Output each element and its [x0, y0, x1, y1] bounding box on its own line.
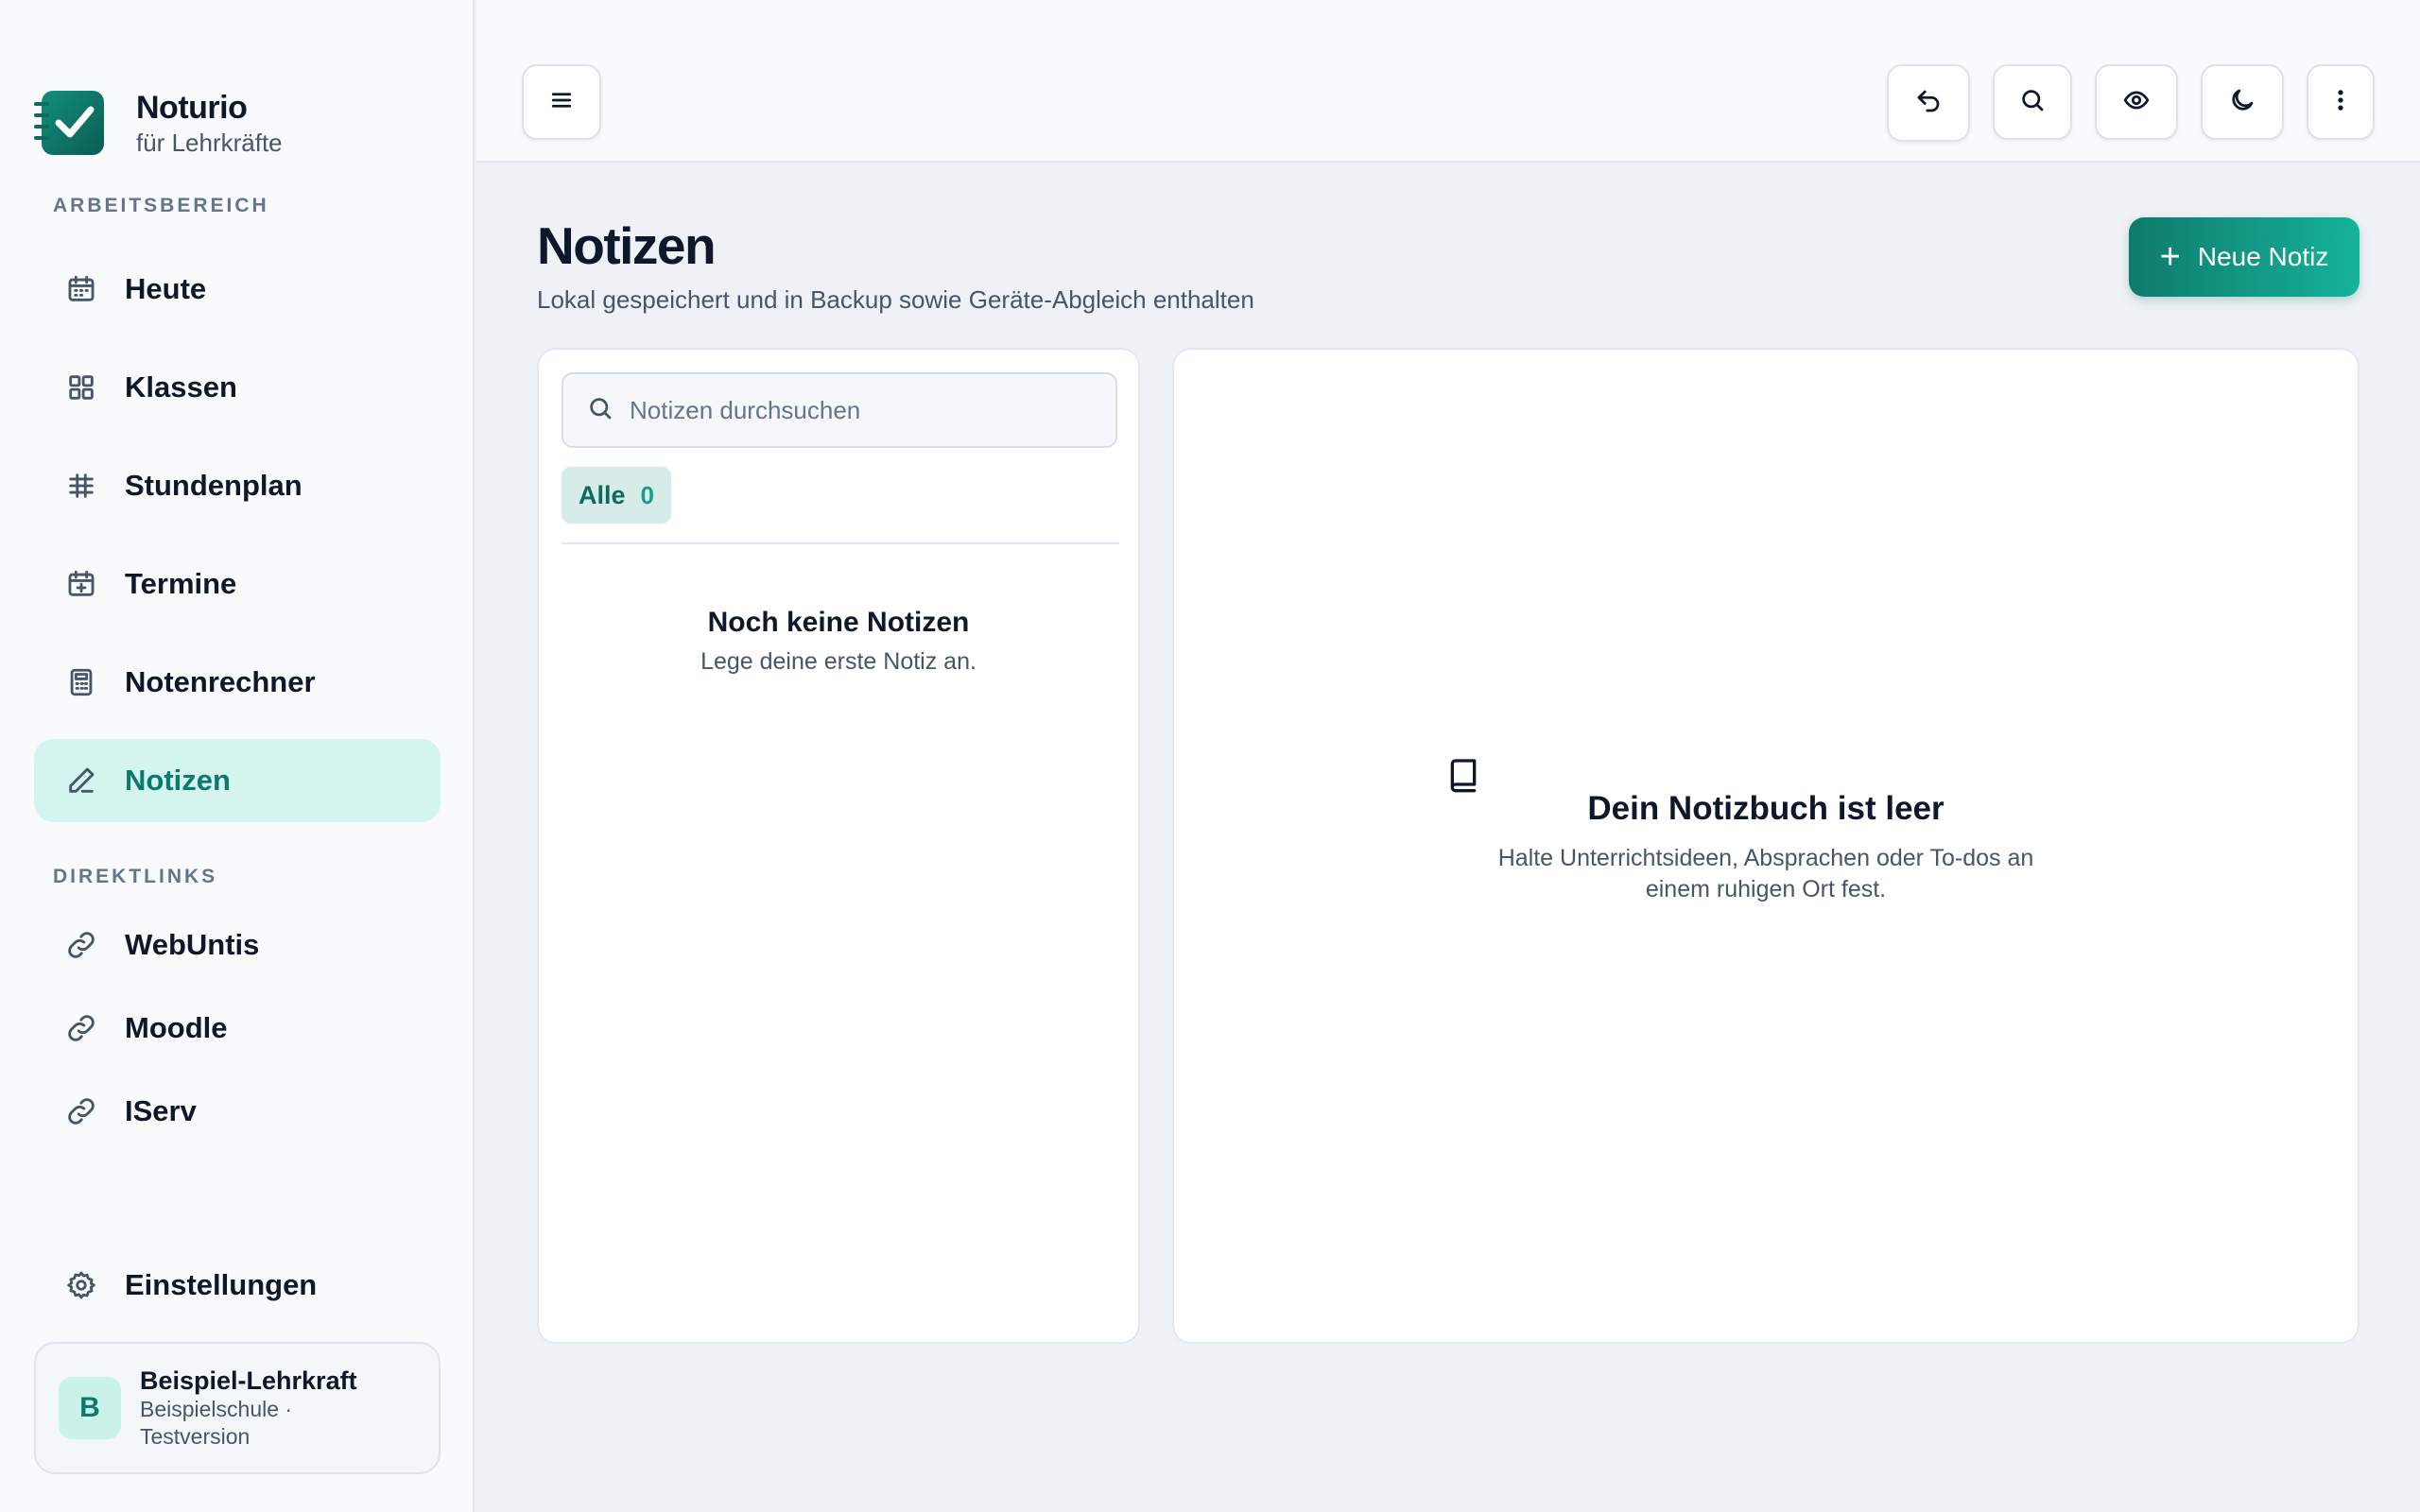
sidebar-item-notenrechner[interactable]: Notenrechner: [34, 641, 441, 724]
theme-toggle-button[interactable]: [2201, 64, 2284, 140]
empty-list-title: Noch keine Notizen: [707, 607, 970, 638]
link-icon: [64, 1011, 98, 1045]
brand-name: Noturio: [136, 90, 248, 126]
more-vertical-icon: [2326, 86, 2355, 119]
divider: [562, 542, 1119, 544]
sidebar-item-label: Stundenplan: [125, 469, 302, 502]
empty-notebook-title: Dein Notizbuch ist leer: [1587, 790, 1945, 827]
sidebar-item-webuntis[interactable]: WebUntis: [34, 903, 441, 987]
sidebar-item-moodle[interactable]: Moodle: [34, 987, 441, 1070]
more-button[interactable]: [2307, 64, 2375, 140]
search-input[interactable]: [630, 395, 1102, 425]
noturio-logo-icon: [34, 87, 108, 159]
settings-label: Einstellungen: [125, 1268, 318, 1301]
brand[interactable]: Noturio für Lehrkräfte: [34, 87, 283, 159]
empty-list-subtitle: Lege deine erste Notiz an.: [700, 648, 977, 675]
avatar: B: [59, 1377, 121, 1439]
gear-icon: [64, 1268, 98, 1302]
table-icon: [64, 469, 98, 503]
search-button[interactable]: [1993, 64, 2072, 140]
sidebar-item-label: WebUntis: [125, 928, 260, 961]
app-root: Noturio für Lehrkräfte ARBEITSBEREICH He…: [0, 0, 2420, 1512]
sidebar-item-label: Notenrechner: [125, 665, 316, 698]
new-note-button[interactable]: + Neue Notiz: [2129, 217, 2360, 297]
search-icon: [563, 394, 614, 427]
notes-search[interactable]: [562, 372, 1117, 448]
page-subtitle: Lokal gespeichert und in Backup sowie Ge…: [537, 285, 1254, 314]
calendar-icon: [64, 272, 98, 306]
search-icon: [2018, 86, 2047, 119]
preview-button[interactable]: [2095, 64, 2178, 140]
sidebar-item-label: Moodle: [125, 1011, 228, 1044]
page-title: Notizen: [537, 216, 717, 275]
topbar: [476, 0, 2420, 163]
filter-chip-label: Alle: [579, 480, 626, 509]
undo-icon: [1914, 87, 1943, 120]
profile-name: Beispiel-Lehrkraft: [140, 1366, 357, 1395]
sidebar-item-termine[interactable]: Termine: [34, 542, 441, 626]
pencil-icon: [64, 764, 98, 798]
moon-icon: [2228, 86, 2256, 119]
sidebar-item-klassen[interactable]: Klassen: [34, 346, 441, 429]
calculator-icon: [64, 665, 98, 699]
filter-chip-count: 0: [640, 480, 654, 509]
sidebar-item-label: IServ: [125, 1094, 197, 1127]
sidebar-item-label: Notizen: [125, 764, 231, 797]
notes-list-panel: Alle 0 Noch keine Notizen Lege deine ers…: [537, 348, 1140, 1344]
sidebar-item-iserv[interactable]: IServ: [34, 1070, 441, 1153]
sidebar-item-heute[interactable]: Heute: [34, 248, 441, 331]
sidebar-item-notizen[interactable]: Notizen: [34, 739, 441, 822]
sidebar-item-label: Klassen: [125, 370, 237, 404]
empty-notebook-subtitle: Halte Unterrichtsideen, Absprachen oder …: [1497, 845, 2034, 902]
grid-icon: [64, 370, 98, 404]
eye-icon: [2122, 86, 2151, 119]
note-detail-panel: Dein Notizbuch ist leer Halte Unterricht…: [1172, 348, 2360, 1344]
sidebar-item-label: Heute: [125, 272, 207, 305]
link-icon: [64, 1094, 98, 1128]
brand-subtitle: für Lehrkräfte: [136, 129, 283, 157]
plus-icon: +: [2159, 237, 2181, 277]
profile-card[interactable]: B Beispiel-Lehrkraft Beispielschule · Te…: [34, 1342, 441, 1474]
calendar-plus-icon: [64, 567, 98, 601]
profile-plan: Testversion: [140, 1424, 251, 1449]
menu-button[interactable]: [522, 64, 601, 140]
sidebar-item-stundenplan[interactable]: Stundenplan: [34, 444, 441, 527]
menu-icon: [547, 86, 576, 119]
new-note-label: Neue Notiz: [2197, 242, 2329, 271]
sidebar: Noturio für Lehrkräfte ARBEITSBEREICH He…: [0, 0, 475, 1512]
section-label-workspace: ARBEITSBEREICH: [53, 195, 269, 216]
book-icon: [1444, 756, 1482, 794]
filter-chip-all[interactable]: Alle 0: [562, 467, 671, 524]
sidebar-item-settings[interactable]: Einstellungen: [34, 1244, 441, 1327]
link-icon: [64, 928, 98, 962]
sidebar-item-label: Termine: [125, 567, 237, 600]
profile-school: Beispielschule ·: [140, 1397, 293, 1421]
undo-button[interactable]: [1887, 64, 1970, 142]
section-label-links: DIREKTLINKS: [53, 866, 218, 887]
